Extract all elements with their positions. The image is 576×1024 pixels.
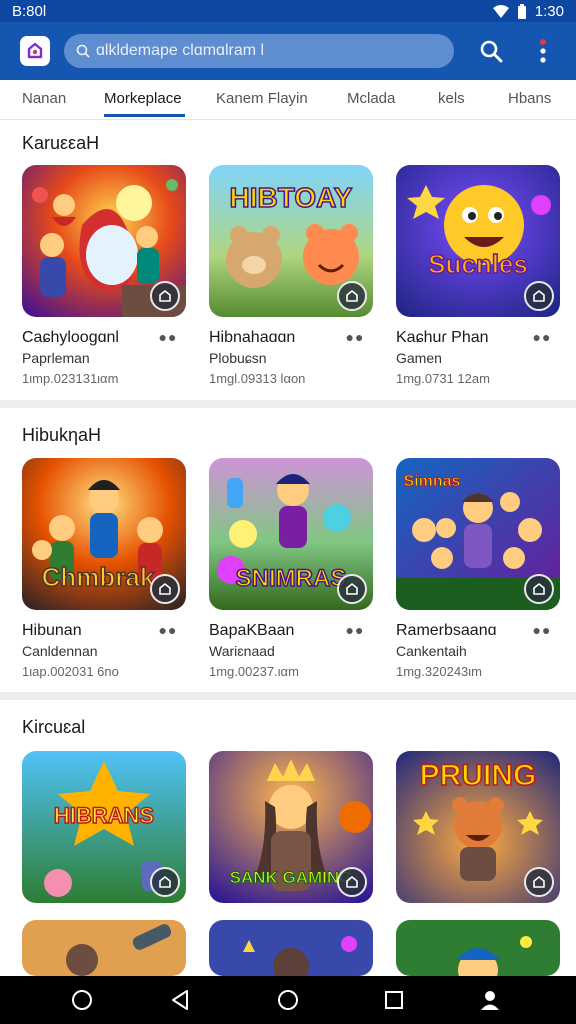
game-subtitle: Gamen: [396, 350, 442, 366]
more-options-icon[interactable]: ●●: [345, 329, 365, 345]
art-text: Chmbrak: [42, 562, 155, 592]
status-bar: B:80l 1:30: [0, 0, 576, 22]
status-time: B:80l: [12, 2, 47, 20]
install-icon[interactable]: [337, 574, 367, 604]
game-card[interactable]: SNIMRAS BapaKBaan ●● Wariɛnaad 1mg.00237…: [209, 458, 373, 683]
art-text: HIBTOAY: [230, 182, 353, 213]
active-tab-indicator: [104, 114, 185, 117]
battery-icon: [517, 3, 526, 19]
search-input[interactable]: [96, 42, 396, 60]
section-divider: [0, 400, 576, 408]
game-title: Hibunan: [22, 622, 82, 639]
game-thumbnail-partial[interactable]: [22, 920, 186, 976]
game-card[interactable]: Chmbrak Hibunan ●● Canldennan 1ιap.00203…: [22, 458, 186, 683]
install-icon[interactable]: [337, 867, 367, 897]
nav-circle-icon[interactable]: [70, 988, 94, 1012]
section-divider: [0, 692, 576, 700]
more-options-icon[interactable]: ●●: [532, 329, 552, 345]
nav-recents-icon[interactable]: [382, 988, 406, 1012]
search-icon[interactable]: [477, 37, 505, 65]
art-text: Simnas: [404, 473, 461, 490]
nav-back-icon[interactable]: [168, 988, 192, 1012]
game-thumbnail[interactable]: PRUING: [396, 751, 560, 903]
game-meta: 1mg.00237.ιαm: [209, 664, 299, 679]
app-logo-icon[interactable]: [20, 36, 50, 66]
tab-kels[interactable]: kels: [438, 90, 465, 107]
more-options-icon[interactable]: ●●: [158, 329, 178, 345]
game-thumbnail[interactable]: [22, 165, 186, 317]
more-options-icon[interactable]: ●●: [532, 622, 552, 638]
install-icon[interactable]: [524, 867, 554, 897]
art-text: SNIMRAS: [236, 565, 347, 592]
game-thumbnail[interactable]: Chmbrak: [22, 458, 186, 610]
tab-mclada[interactable]: Mclada: [347, 90, 395, 107]
search-bar[interactable]: [64, 34, 454, 68]
install-icon[interactable]: [337, 281, 367, 311]
game-meta: 1ιmp.023131ιαm: [22, 371, 119, 386]
install-icon[interactable]: [524, 574, 554, 604]
game-meta: 1mg.0731 12am: [396, 371, 490, 386]
game-thumbnail[interactable]: SNIMRAS: [209, 458, 373, 610]
game-thumbnail[interactable]: Sucnles: [396, 165, 560, 317]
art-text: Sucnles: [428, 249, 528, 279]
section-title: KaruεεaH: [22, 133, 100, 153]
game-subtitle: Cankentaih: [396, 643, 467, 659]
more-vert-icon[interactable]: [532, 34, 554, 68]
game-thumbnail-partial[interactable]: [209, 920, 373, 976]
game-thumbnail[interactable]: HIBRANS: [22, 751, 186, 903]
more-options-icon[interactable]: ●●: [345, 622, 365, 638]
tab-kanem-flayin[interactable]: Kanem Flayin: [216, 90, 308, 107]
game-title: BapaKBaan: [209, 622, 295, 639]
game-meta: 1mg.320243ιm: [396, 664, 482, 679]
system-nav-bar: [0, 976, 576, 1024]
game-meta: 1ιap.002031 6no: [22, 664, 119, 679]
nav-home-icon[interactable]: [276, 988, 300, 1012]
search-field-icon: [76, 44, 90, 58]
status-clock: 1:30: [534, 2, 564, 20]
game-subtitle: Paprleman: [22, 350, 90, 366]
install-icon[interactable]: [524, 281, 554, 311]
art-text: HIBRANS: [54, 803, 154, 828]
wifi-icon: [492, 4, 509, 18]
game-title: Ramerbsaanɑ: [396, 622, 497, 639]
tab-hbans[interactable]: Hbans: [508, 90, 551, 107]
game-title: Hibnahaɑɑn: [209, 329, 296, 346]
game-subtitle: Canldennan: [22, 643, 98, 659]
category-tabs: Nanan Morkeplace Kanem Flayin Mclada kel…: [0, 80, 576, 120]
tab-marketplace[interactable]: Morkeplace: [104, 90, 182, 107]
game-card[interactable]: Simnas Ramerbsaanɑ ●● Cankentaih 1mg.320…: [396, 458, 560, 683]
status-icons: 1:30: [492, 2, 564, 20]
section-title: HibukηaH: [22, 425, 102, 445]
install-icon[interactable]: [150, 574, 180, 604]
tab-nanan[interactable]: Nanan: [22, 90, 66, 107]
section-title: Kircuɛal: [22, 717, 86, 737]
art-text: SANK GAMING: [230, 868, 353, 887]
art-text: PRUING: [420, 759, 537, 792]
install-icon[interactable]: [150, 281, 180, 311]
nav-profile-icon[interactable]: [478, 988, 502, 1012]
app-bar: [0, 22, 576, 80]
game-card[interactable]: Caɕhyloogɑnl ●● Paprleman 1ιmp.023131ιαm: [22, 165, 186, 390]
game-thumbnail[interactable]: SANK GAMING: [209, 751, 373, 903]
game-title: Caɕhyloogɑnl: [22, 329, 119, 346]
game-title: Kaɕhuɾ Phan: [396, 329, 489, 346]
game-meta: 1mgl.09313 lαon: [209, 371, 306, 386]
game-card[interactable]: HIBTOAY Hibnahaɑɑn ●● Plobuɕsn 1mgl.0931…: [209, 165, 373, 390]
game-thumbnail[interactable]: HIBTOAY: [209, 165, 373, 317]
more-options-icon[interactable]: ●●: [158, 622, 178, 638]
install-icon[interactable]: [150, 867, 180, 897]
game-thumbnail[interactable]: Simnas: [396, 458, 560, 610]
game-subtitle: Wariɛnaad: [209, 643, 275, 659]
game-thumbnail-partial[interactable]: [396, 920, 560, 976]
game-subtitle: Plobuɕsn: [209, 350, 267, 366]
game-card[interactable]: Sucnles Kaɕhuɾ Phan ●● Gamen 1mg.0731 12…: [396, 165, 560, 390]
